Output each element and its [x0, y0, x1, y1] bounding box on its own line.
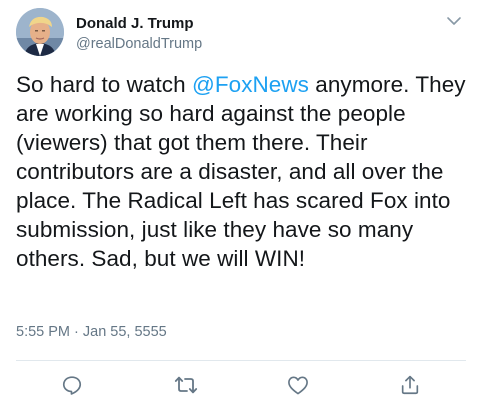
tweet-text-after: anymore. They are working so hard agains…	[16, 72, 472, 271]
share-icon[interactable]	[398, 373, 422, 397]
chevron-down-icon[interactable]	[446, 14, 462, 28]
author-handle[interactable]: @realDonaldTrump	[76, 34, 202, 54]
author-names: Donald J. Trump @realDonaldTrump	[76, 15, 202, 54]
avatar[interactable]	[16, 8, 64, 56]
tweet-timestamp[interactable]: 5:55 PM · Jan 55, 5555	[16, 323, 167, 341]
action-bar	[0, 370, 480, 400]
retweet-icon[interactable]	[174, 373, 198, 397]
mention-link[interactable]: @FoxNews	[192, 72, 309, 97]
tweet-header: Donald J. Trump @realDonaldTrump	[16, 8, 464, 60]
divider	[16, 360, 466, 361]
avatar-image	[16, 8, 64, 56]
author-display-name[interactable]: Donald J. Trump	[76, 15, 202, 33]
tweet-text: So hard to watch @FoxNews anymore. They …	[16, 70, 468, 273]
tweet-text-before: So hard to watch	[16, 72, 192, 97]
tweet-card: Donald J. Trump @realDonaldTrump So hard…	[0, 0, 480, 410]
reply-icon[interactable]	[60, 373, 84, 397]
heart-icon[interactable]	[286, 373, 310, 397]
